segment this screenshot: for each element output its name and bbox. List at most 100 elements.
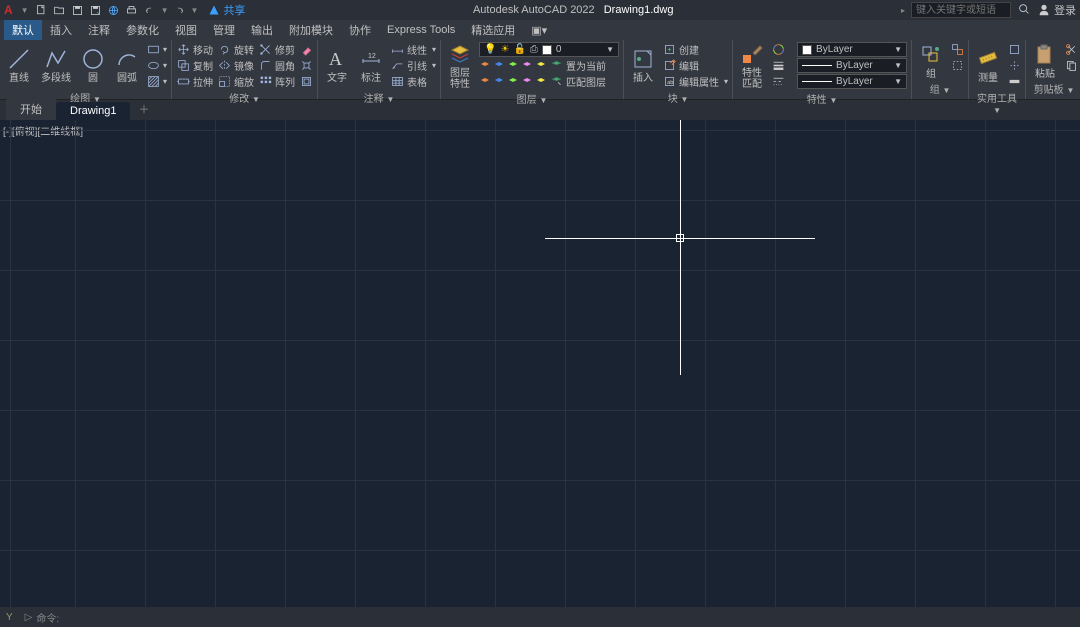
leader-button[interactable]: 引线▾ [390, 58, 436, 73]
group-edit-button[interactable] [950, 58, 964, 73]
layer-tool-3[interactable] [507, 60, 519, 72]
plot-icon[interactable] [125, 3, 139, 17]
copy-clip-button[interactable] [1064, 58, 1078, 73]
panel-layers-label[interactable]: 图层 ▼ [445, 90, 619, 107]
tab-view[interactable]: 视图 [167, 20, 205, 40]
layer-tool-6[interactable] [479, 76, 491, 88]
open-icon[interactable] [53, 3, 67, 17]
ellipse-button[interactable]: ▾ [146, 58, 167, 73]
layer-combo[interactable]: 💡 ☀ 🔓 ⎙ 0 ▼ [479, 42, 619, 57]
scale-button[interactable]: 缩放 [217, 74, 254, 89]
array-button[interactable]: 阵列 [258, 74, 295, 89]
create-block-button[interactable]: 创建 [662, 42, 728, 57]
new-icon[interactable] [35, 3, 49, 17]
web-icon[interactable] [107, 3, 121, 17]
layer-tool-8[interactable] [507, 76, 519, 88]
text-button[interactable]: A 文字 [322, 42, 352, 89]
props-color-button[interactable] [771, 42, 793, 57]
fillet-button[interactable]: 圆角 [258, 58, 295, 73]
redo-dropdown[interactable]: ▼ [191, 6, 199, 15]
trim-button[interactable]: 修剪 [258, 42, 295, 57]
command-line-icon[interactable]: ▷ [25, 612, 33, 623]
tab-annotate[interactable]: 注释 [80, 20, 118, 40]
props-lw-button[interactable] [771, 58, 793, 73]
line-button[interactable]: 直线 [4, 42, 34, 89]
app-logo[interactable]: A [4, 3, 13, 17]
tab-output[interactable]: 输出 [243, 20, 281, 40]
tab-new[interactable]: ＋ [130, 98, 157, 120]
util-3[interactable] [1007, 74, 1021, 89]
search-input[interactable] [911, 2, 1011, 18]
panel-utils-label[interactable]: 实用工具 ▼ [973, 89, 1021, 117]
tab-drawing[interactable]: Drawing1 [56, 102, 130, 120]
stretch-button[interactable]: 拉伸 [176, 74, 213, 89]
table-button[interactable]: 表格 [390, 74, 436, 89]
command-prompt[interactable]: 命令: [36, 610, 59, 625]
layer-tool-5[interactable] [535, 60, 547, 72]
hatch-button[interactable]: ▾ [146, 74, 167, 89]
search-icon[interactable] [1017, 2, 1031, 19]
panel-modify-label[interactable]: 修改 ▼ [176, 89, 313, 106]
drawing-canvas[interactable]: [-][俯视][二维线框] [0, 120, 1080, 607]
circle-button[interactable]: 圆 [78, 42, 108, 89]
util-2[interactable] [1007, 58, 1021, 73]
erase-button[interactable] [299, 42, 313, 57]
rectangle-button[interactable]: ▾ [146, 42, 167, 57]
ungroup-button[interactable] [950, 42, 964, 57]
linear-button[interactable]: 线性▾ [390, 42, 436, 57]
set-current-button[interactable]: 置为当前 [549, 58, 606, 73]
match-props-button[interactable]: 特性 匹配 [737, 42, 767, 90]
save-icon[interactable] [71, 3, 85, 17]
arc-button[interactable]: 圆弧 [112, 42, 142, 89]
cut-button[interactable] [1064, 42, 1078, 57]
undo-icon[interactable] [143, 3, 157, 17]
layer-tool-9[interactable] [521, 76, 533, 88]
paste-button[interactable]: 粘贴 [1030, 42, 1060, 80]
undo-dropdown[interactable]: ▼ [161, 6, 169, 15]
layer-tool-4[interactable] [521, 60, 533, 72]
tab-expand[interactable]: ▣▾ [523, 22, 555, 39]
polyline-button[interactable]: 多段线 [38, 42, 74, 89]
tab-express[interactable]: Express Tools [379, 22, 463, 38]
lineweight-combo[interactable]: ByLayer▼ [797, 58, 907, 73]
layer-tool-7[interactable] [493, 76, 505, 88]
tab-parametric[interactable]: 参数化 [118, 20, 167, 40]
saveas-icon[interactable] [89, 3, 103, 17]
edit-attr-button[interactable]: ab编辑属性▾ [662, 74, 728, 89]
tab-collab[interactable]: 协作 [341, 20, 379, 40]
share-button[interactable]: 共享 [208, 2, 245, 18]
login-button[interactable]: 登录 [1037, 2, 1076, 18]
explode-button[interactable] [299, 58, 313, 73]
util-1[interactable] [1007, 42, 1021, 57]
measure-button[interactable]: 测量 [973, 42, 1003, 89]
offset-button[interactable] [299, 74, 313, 89]
dim-button[interactable]: 12 标注 [356, 42, 386, 89]
panel-props-label[interactable]: 特性 ▼ [737, 90, 907, 107]
redo-icon[interactable] [173, 3, 187, 17]
color-combo[interactable]: ByLayer▼ [797, 42, 907, 57]
insert-block-button[interactable]: 插入 [628, 42, 658, 89]
tab-default[interactable]: 默认 [4, 20, 42, 40]
tab-insert[interactable]: 插入 [42, 20, 80, 40]
panel-block-label[interactable]: 块 ▼ [628, 89, 728, 106]
panel-annotate-label[interactable]: 注释 ▼ [322, 89, 436, 106]
layer-tool-1[interactable] [479, 60, 491, 72]
tab-manage[interactable]: 管理 [205, 20, 243, 40]
copy-button[interactable]: 复制 [176, 58, 213, 73]
edit-block-button[interactable]: 编辑 [662, 58, 728, 73]
logo-dropdown[interactable]: ▼ [21, 6, 29, 15]
group-button[interactable]: 组 [916, 42, 946, 80]
linetype-combo[interactable]: ByLayer▼ [797, 74, 907, 89]
panel-clip-label[interactable]: 剪贴板 ▼ [1030, 80, 1078, 97]
layer-tool-2[interactable] [493, 60, 505, 72]
tab-start[interactable]: 开始 [6, 98, 56, 120]
move-button[interactable]: 移动 [176, 42, 213, 57]
rotate-button[interactable]: 旋转 [217, 42, 254, 57]
mirror-button[interactable]: 镜像 [217, 58, 254, 73]
search-caret[interactable]: ▸ [901, 6, 905, 15]
tab-addins[interactable]: 附加模块 [281, 20, 341, 40]
panel-groups-label[interactable]: 组 ▼ [916, 80, 964, 97]
tab-featured[interactable]: 精选应用 [463, 20, 523, 40]
layer-props-button[interactable]: 图层 特性 [445, 42, 475, 90]
layer-tool-10[interactable] [535, 76, 547, 88]
